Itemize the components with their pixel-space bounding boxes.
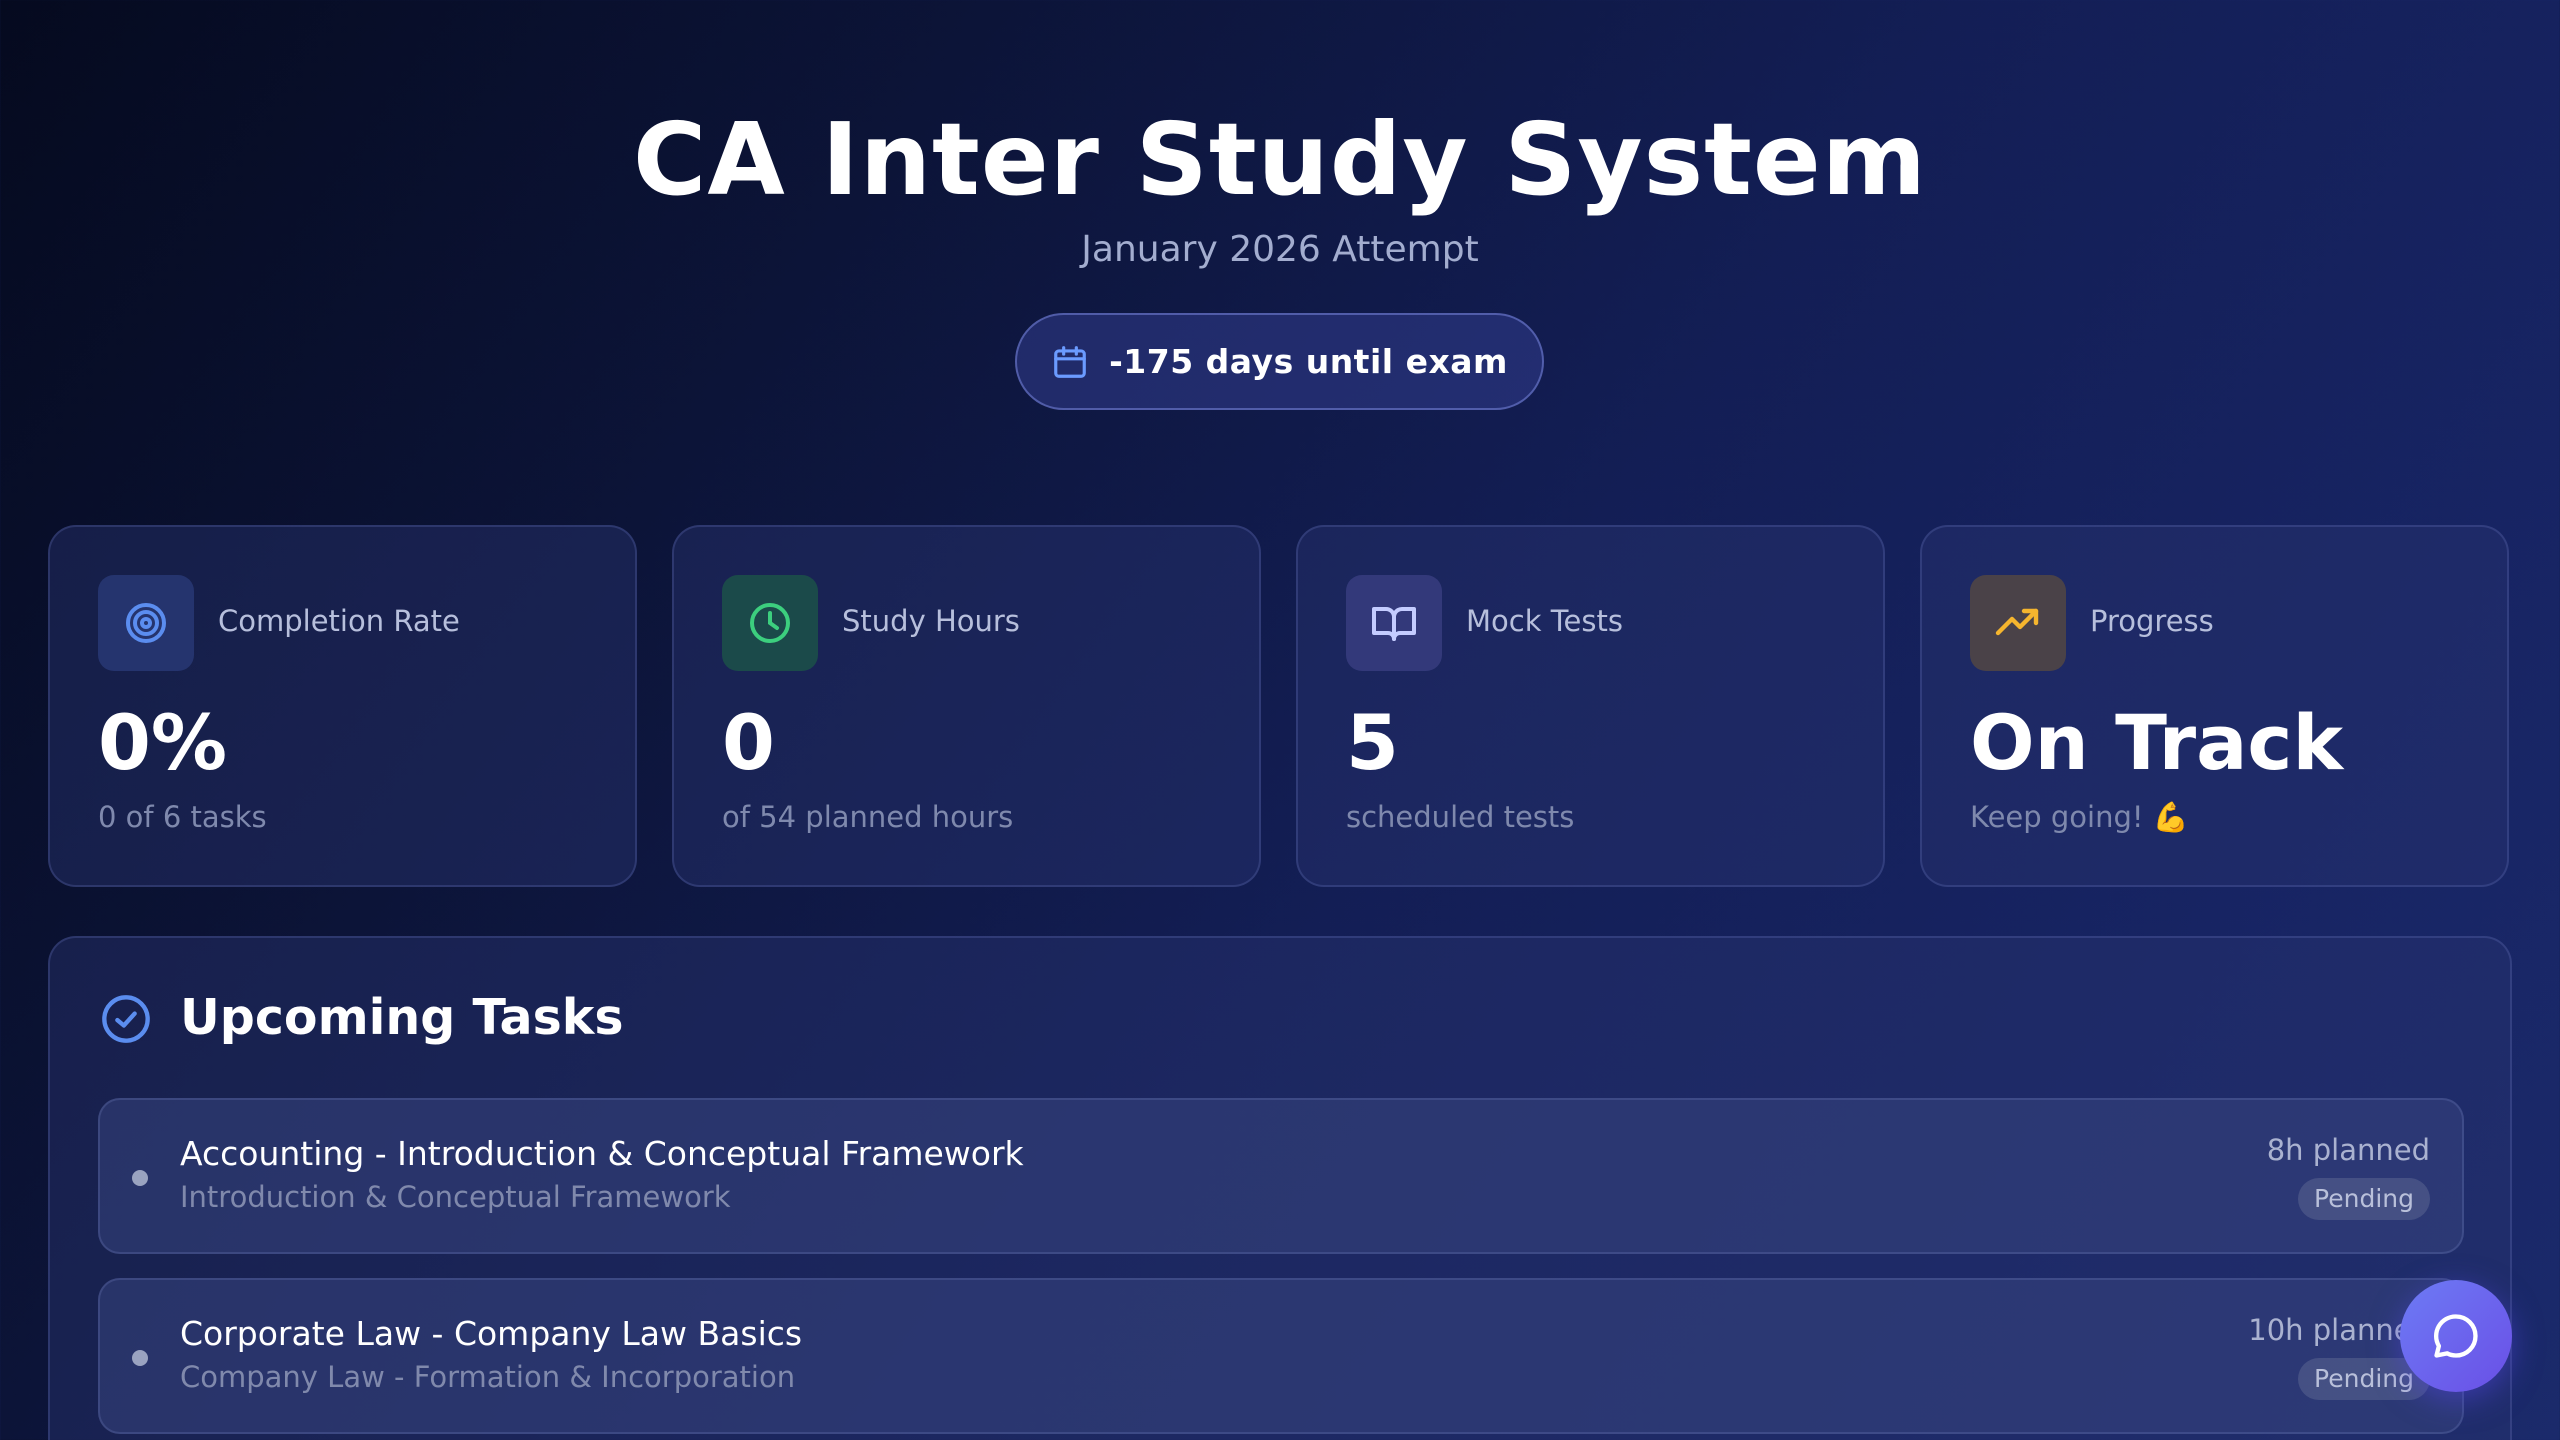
stat-value: On Track <box>1970 698 2344 787</box>
clock-icon <box>722 575 818 671</box>
task-row[interactable]: Accounting - Introduction & Conceptual F… <box>98 1098 2464 1254</box>
book-open-icon <box>1346 575 1442 671</box>
stat-subtext: scheduled tests <box>1346 800 1575 834</box>
task-title: Corporate Law - Company Law Basics <box>180 1314 803 1353</box>
page-subtitle: January 2026 Attempt <box>1081 229 1479 270</box>
stat-subtext: Keep going! 💪 <box>1970 800 2189 834</box>
stat-label: Mock Tests <box>1466 604 1623 638</box>
stat-subtext: of 54 planned hours <box>722 800 1014 834</box>
trending-up-icon <box>1970 575 2066 671</box>
stat-card-mock-tests: Mock Tests 5 scheduled tests <box>1296 525 1885 887</box>
task-title: Accounting - Introduction & Conceptual F… <box>180 1134 1024 1173</box>
chat-button[interactable] <box>2400 1280 2512 1392</box>
countdown-text: -175 days until exam <box>1109 342 1508 381</box>
stat-card-completion-rate: Completion Rate 0% 0 of 6 tasks <box>48 525 637 887</box>
upcoming-tasks-panel: Upcoming Tasks Accounting - Introduction… <box>48 936 2512 1440</box>
exam-countdown-badge: -175 days until exam <box>1015 313 1544 410</box>
task-planned-hours: 8h planned <box>2266 1133 2430 1167</box>
calendar-icon <box>1054 345 1086 378</box>
page-title: CA Inter Study System <box>633 101 1927 218</box>
stat-value: 5 <box>1346 698 1399 787</box>
task-subtitle: Introduction & Conceptual Framework <box>180 1180 731 1214</box>
target-icon <box>98 575 194 671</box>
task-status-dot <box>132 1170 148 1186</box>
stat-label: Completion Rate <box>218 604 460 638</box>
task-status-badge: Pending <box>2298 1178 2430 1220</box>
stat-subtext: 0 of 6 tasks <box>98 800 267 834</box>
stat-value: 0% <box>98 698 228 787</box>
stat-label: Progress <box>2090 604 2214 638</box>
task-row[interactable]: Corporate Law - Company Law Basics Compa… <box>98 1278 2464 1434</box>
stat-label: Study Hours <box>842 604 1020 638</box>
chat-bubble-icon <box>2433 1314 2478 1358</box>
task-subtitle: Company Law - Formation & Incorporation <box>180 1360 796 1394</box>
check-circle-icon <box>102 995 150 1043</box>
task-status-dot <box>132 1350 148 1366</box>
stat-card-study-hours: Study Hours 0 of 54 planned hours <box>672 525 1261 887</box>
tasks-section-title: Upcoming Tasks <box>180 989 624 1046</box>
stat-value: 0 <box>722 698 775 787</box>
stat-card-progress: Progress On Track Keep going! 💪 <box>1920 525 2509 887</box>
